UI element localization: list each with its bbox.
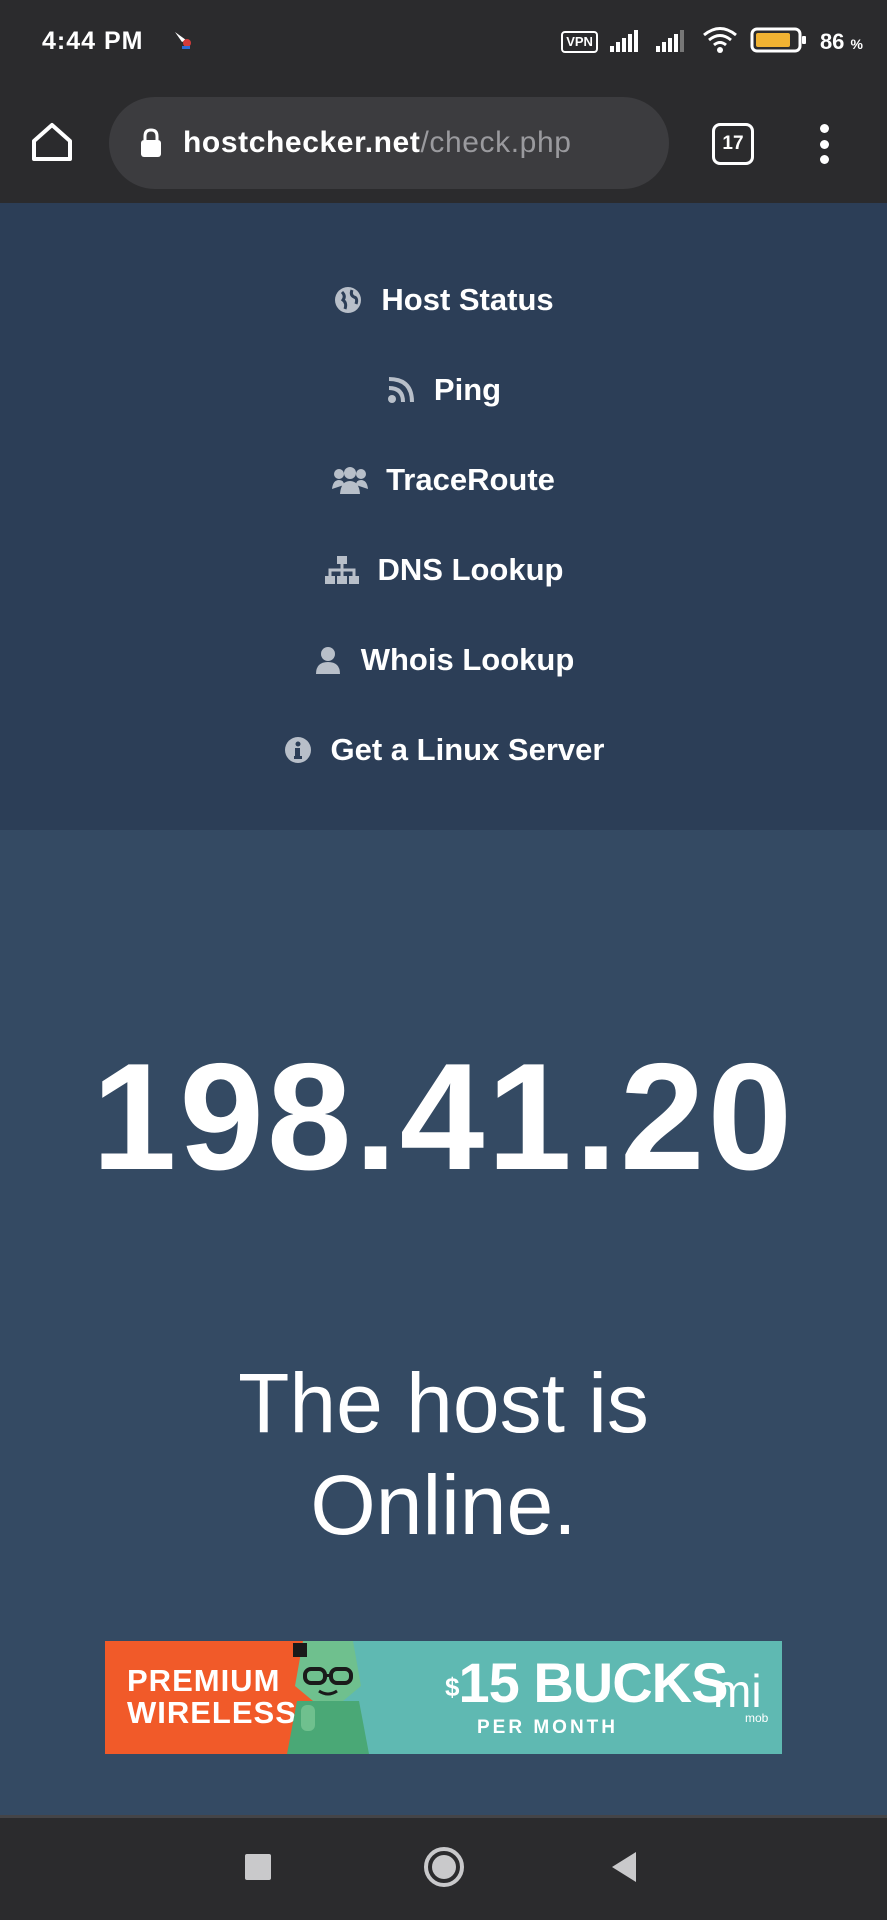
- nav-item-label: Whois Lookup: [360, 642, 575, 677]
- circle-icon: [424, 1847, 464, 1887]
- nav-item-label: Ping: [433, 372, 502, 407]
- vpn-icon: VPN: [561, 31, 598, 53]
- ad-banner[interactable]: PREMIUM WIRELESS $15 BUCKS PER MONTH mi …: [105, 1641, 782, 1754]
- nav-item-label: Get a Linux Server: [330, 732, 605, 767]
- battery-percent: 86 %: [819, 29, 863, 54]
- recents-button[interactable]: [232, 1841, 284, 1893]
- status-time: 4:44 PM: [42, 27, 144, 55]
- home-icon: [32, 123, 72, 161]
- signal-icon: [609, 28, 644, 57]
- nav-item-whois-lookup[interactable]: Whois Lookup: [0, 632, 887, 688]
- home-nav-button[interactable]: [418, 1841, 470, 1893]
- result-section: 198.41.20 The host is Online. PREMIUM WI…: [0, 830, 887, 1815]
- signal-icon: [655, 28, 690, 57]
- status-icons: VPN 86 %: [561, 26, 863, 58]
- browser-toolbar: hostchecker.net/check.php 17: [0, 85, 887, 203]
- nav-item-label: TraceRoute: [386, 462, 555, 497]
- back-triangle-icon: [612, 1852, 636, 1882]
- nav-item-label: Host Status: [381, 282, 554, 317]
- url-path: /check.php: [420, 126, 572, 159]
- sitemap-icon: [324, 555, 360, 585]
- fox-mascot-icon: [287, 1641, 369, 1754]
- address-bar[interactable]: hostchecker.net/check.php: [109, 97, 669, 189]
- status-bar: 4:44 PM VPN 86 %: [0, 0, 887, 85]
- tabs-icon[interactable]: 17: [712, 123, 754, 165]
- url-host: hostchecker.net: [183, 126, 421, 159]
- nav-item-label: DNS Lookup: [377, 552, 564, 587]
- globe-icon: [333, 285, 363, 315]
- notification-icon: [172, 28, 196, 52]
- user-icon: [313, 645, 343, 675]
- site-nav: Host Status Ping TraceRoute DNS Lookup W…: [0, 203, 887, 830]
- host-status-line2: Online.: [310, 1458, 577, 1552]
- users-icon: [332, 465, 369, 495]
- ad-period: PER MONTH: [477, 1717, 618, 1738]
- ad-brand: mi: [713, 1665, 762, 1717]
- home-button[interactable]: [28, 118, 76, 166]
- nav-item-host-status[interactable]: Host Status: [0, 272, 887, 328]
- host-status-line1: The host is: [238, 1356, 649, 1450]
- ip-address: 198.41.20: [91, 1032, 796, 1202]
- nav-item-ping[interactable]: Ping: [0, 362, 887, 418]
- wifi-icon: [702, 26, 738, 59]
- square-icon: [245, 1854, 271, 1880]
- back-button[interactable]: [598, 1841, 650, 1893]
- battery-icon: [750, 26, 808, 59]
- nav-item-dns-lookup[interactable]: DNS Lookup: [0, 542, 887, 598]
- rss-icon: [386, 375, 416, 405]
- tab-count: 17: [722, 133, 744, 154]
- info-icon: [283, 735, 313, 765]
- ad-brand-sub: mob: [745, 1711, 769, 1725]
- nav-item-linux-server[interactable]: Get a Linux Server: [0, 722, 887, 778]
- ad-price: $15 BUCKS: [445, 1651, 728, 1714]
- lock-icon: [141, 128, 161, 157]
- host-status: The host is Online.: [0, 1352, 887, 1556]
- nav-item-traceroute[interactable]: TraceRoute: [0, 452, 887, 508]
- menu-icon[interactable]: [804, 120, 844, 168]
- system-nav-bar: [0, 1815, 887, 1920]
